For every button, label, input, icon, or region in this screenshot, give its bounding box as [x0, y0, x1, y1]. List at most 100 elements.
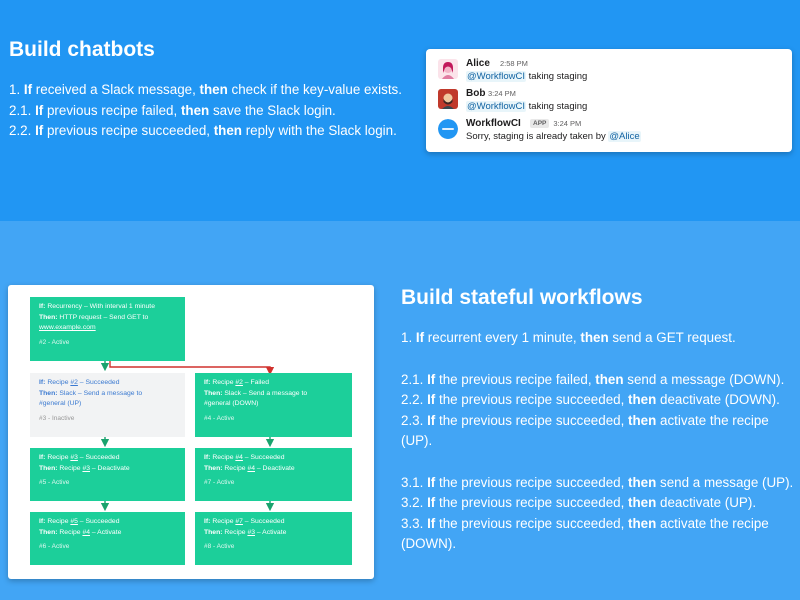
rule-if: If — [23, 82, 33, 97]
recipe-node-2[interactable]: If: Recurrency – With interval 1 minute … — [30, 297, 185, 361]
stateful-rule: 2.2. If the previous recipe succeeded, t… — [401, 390, 796, 411]
node-status: #4 - Active — [204, 414, 235, 422]
node-url-link[interactable]: www.example.com — [39, 324, 96, 331]
recipe-ref-link[interactable]: #7 — [235, 518, 243, 525]
recipe-node-6[interactable]: If: Recipe #5 – Succeeded Then: Recipe #… — [30, 512, 185, 565]
message-author[interactable]: WorkflowCI — [466, 118, 521, 129]
rule-action: reply with the Slack login. — [241, 123, 397, 138]
rule-then: then — [628, 515, 657, 531]
message-author[interactable]: Bob — [466, 88, 485, 99]
node-if-label: If: — [204, 454, 211, 461]
rule-condition: received a Slack message, — [32, 82, 200, 97]
rule-condition: the previous recipe succeeded, — [435, 392, 629, 407]
message-author[interactable]: Alice — [466, 58, 490, 69]
rule-condition: the previous recipe failed, — [435, 371, 596, 387]
rule-number: 2.2. — [401, 392, 428, 407]
stateful-rules: 1. If recurrent every 1 minute, then sen… — [401, 328, 796, 555]
message-time[interactable]: 3:24 PM — [553, 119, 581, 128]
node-then-label: Then: — [39, 313, 58, 321]
recipe-node-3[interactable]: If: Recipe #2 – Succeeded Then: Slack – … — [30, 373, 185, 437]
node-action: Recipe — [224, 528, 248, 536]
workflow-diagram: If: Recurrency – With interval 1 minute … — [8, 285, 374, 579]
stateful-rule: 3.2. If the previous recipe succeeded, t… — [401, 493, 796, 514]
rule-number: 2.1. — [401, 371, 428, 387]
slack-message: Alice 2:58 PM @WorkflowCI taking staging — [438, 58, 778, 88]
chatbot-rule: 2.2. If previous recipe succeeded, then … — [9, 121, 419, 142]
node-status: #5 - Active — [39, 479, 70, 486]
rule-number: 2.1. — [9, 102, 36, 118]
node-then-label: Then: — [39, 528, 58, 536]
recipe-node-5[interactable]: If: Recipe #3 – Succeeded Then: Recipe #… — [30, 448, 185, 501]
rule-condition: previous recipe succeeded, — [43, 123, 214, 138]
rule-number: 3.3. — [401, 515, 428, 531]
node-trigger: Recurrency – With interval 1 minute — [47, 303, 155, 310]
message-body: taking staging — [526, 71, 588, 82]
chatbot-rule: 2.1. If previous recipe failed, then sav… — [9, 101, 419, 122]
alice-avatar — [438, 59, 458, 79]
rule-number: 1. — [401, 330, 416, 345]
chatbots-section: Build chatbots 1. If received a Slack me… — [0, 0, 800, 221]
rule-action: send a GET request. — [608, 330, 736, 345]
node-action: Recipe — [59, 528, 83, 536]
mention-link[interactable]: @WorkflowCI — [466, 71, 527, 82]
slack-conversation-card: Alice 2:58 PM @WorkflowCI taking staging… — [426, 49, 792, 152]
rule-then: then — [213, 123, 242, 138]
node-trigger: Recipe — [47, 454, 71, 461]
node-then-label: Then: — [204, 528, 223, 536]
recipe-ref-link[interactable]: #3 — [70, 454, 78, 461]
rule-number: 3.2. — [401, 495, 428, 510]
recipe-ref-link[interactable]: #3 — [247, 529, 255, 536]
recipe-ref-link[interactable]: #5 — [70, 518, 78, 525]
rule-number: 2.2. — [9, 123, 36, 138]
node-trigger-event: – Succeeded — [242, 518, 285, 525]
node-if-label: If: — [204, 379, 211, 386]
recipe-ref-link[interactable]: #4 — [235, 454, 243, 461]
recipe-node-7[interactable]: If: Recipe #4 – Succeeded Then: Recipe #… — [195, 448, 352, 501]
node-status: #7 - Active — [204, 479, 235, 486]
slack-message: Bob 3:24 PM @WorkflowCI taking staging — [438, 88, 778, 118]
node-then-label: Then: — [204, 389, 223, 397]
rule-condition: the previous recipe succeeded, — [435, 412, 629, 428]
rule-action: check if the key-value exists. — [227, 82, 402, 97]
rule-then: then — [628, 412, 657, 428]
node-action: Slack – Send a message to — [224, 389, 308, 397]
recipe-ref-link[interactable]: #3 — [82, 465, 90, 472]
stateful-rule: 3.1. If the previous recipe succeeded, t… — [401, 473, 796, 494]
chatbots-heading: Build chatbots — [9, 38, 155, 61]
message-meta: 2:58 PM — [500, 58, 528, 69]
recipe-node-8[interactable]: If: Recipe #7 – Succeeded Then: Recipe #… — [195, 512, 352, 565]
rule-condition: the previous recipe succeeded, — [435, 515, 629, 531]
message-meta: APP 3:24 PM — [530, 118, 581, 129]
recipe-ref-link[interactable]: #2 — [235, 379, 243, 386]
rule-action: send a message (DOWN). — [623, 371, 785, 387]
node-trigger-event: – Succeeded — [77, 518, 120, 525]
node-trigger: Recipe — [212, 518, 236, 525]
node-trigger: Recipe — [47, 518, 71, 525]
rule-condition: the previous recipe succeeded, — [435, 495, 629, 510]
message-time[interactable]: 2:58 PM — [500, 59, 528, 68]
rule-if: If — [415, 330, 425, 345]
node-if-label: If: — [39, 303, 46, 310]
recipe-ref-link[interactable]: #2 — [70, 379, 78, 386]
node-then-label: Then: — [39, 389, 58, 397]
mention-link[interactable]: @Alice — [608, 131, 641, 142]
mention-link[interactable]: @WorkflowCI — [466, 101, 527, 112]
recipe-node-4[interactable]: If: Recipe #2 – Failed Then: Slack – Sen… — [195, 373, 352, 437]
rule-action: deactivate (UP). — [656, 495, 757, 510]
workflowci-avatar — [438, 119, 458, 139]
message-meta: 3:24 PM — [488, 88, 516, 99]
node-trigger-event: – Succeeded — [77, 454, 120, 461]
stateful-rule: 2.1. If the previous recipe failed, then… — [401, 370, 796, 391]
node-channel: #general (UP) — [39, 400, 82, 407]
rule-action: save the Slack login. — [209, 102, 336, 118]
rule-number: 3.1. — [401, 474, 428, 490]
node-status: #6 - Active — [39, 543, 70, 550]
message-text: Sorry, staging is already taken by @Alic… — [466, 131, 641, 142]
recipe-ref-link[interactable]: #4 — [247, 465, 255, 472]
recipe-ref-link[interactable]: #4 — [82, 529, 90, 536]
stateful-rule: 3.3. If the previous recipe succeeded, t… — [401, 514, 796, 555]
rule-condition: previous recipe failed, — [43, 102, 181, 118]
node-if-label: If: — [39, 454, 46, 461]
node-action: HTTP request – Send GET to — [59, 313, 149, 321]
message-time[interactable]: 3:24 PM — [488, 89, 516, 98]
